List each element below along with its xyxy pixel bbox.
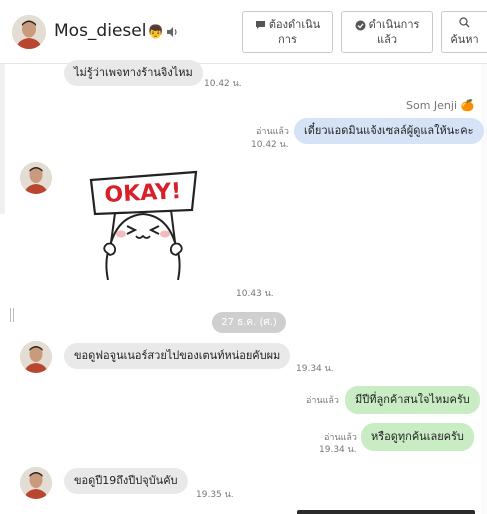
- incoming-message: ไม่รู้ว่าเพจทางร้านจิงไหม: [64, 60, 203, 86]
- message-time: 10.43 น.: [236, 289, 274, 299]
- contact-emoji: 👦: [147, 25, 164, 40]
- search-button[interactable]: ค้นหา: [441, 11, 487, 53]
- read-receipt: อ่านแล้ว: [256, 127, 289, 137]
- composer-edge: [297, 510, 475, 514]
- contact-avatar[interactable]: [20, 341, 52, 373]
- date-separator: 27 ธ.ค. (ศ.): [212, 312, 286, 333]
- read-receipt: อ่านแล้ว: [306, 396, 339, 406]
- chat-header: Mos_diesel👦 ต้องดำเนิน การ ดำเนินการ แล้…: [0, 0, 487, 64]
- done-button[interactable]: ดำเนินการ แล้ว: [341, 11, 433, 53]
- search-icon: [459, 17, 470, 28]
- left-scroll-track[interactable]: [0, 64, 5, 214]
- message-time: 19.34 น.: [296, 364, 334, 374]
- outgoing-message: หรือดูทุกค้นเลยครับ: [361, 423, 474, 451]
- sticker-sign-text: OKAY!: [104, 179, 182, 208]
- speaker-icon[interactable]: [165, 25, 179, 39]
- agent-name: Som Jenji 🍊: [406, 99, 475, 112]
- okay-sticker[interactable]: OKAY!: [88, 168, 200, 280]
- message-time: 19.34 น.: [319, 445, 357, 455]
- resize-handle[interactable]: [10, 307, 16, 322]
- check-chat-icon: [355, 20, 366, 30]
- incoming-message: ขอดูฟอจูนเนอร์สวยไปของเตนท์หน่อยคับผม: [64, 343, 291, 369]
- contact-name: Mos_diesel👦: [54, 21, 164, 41]
- chat-bubble-icon: [255, 21, 265, 29]
- contact-avatar[interactable]: [12, 15, 46, 49]
- todo-button[interactable]: ต้องดำเนิน การ: [242, 11, 333, 53]
- outgoing-message: มีปีที่ลูกค้าสนใจไหมครับ: [345, 386, 480, 414]
- agent-emoji: 🍊: [460, 99, 475, 112]
- incoming-message: ขอดูปี19ถึงปีปจุบันคับ: [64, 468, 188, 494]
- message-time: 19.35 น.: [196, 490, 234, 500]
- message-time: 10.42 น.: [204, 79, 242, 89]
- message-time: 10.42 น.: [251, 140, 289, 150]
- contact-avatar[interactable]: [20, 467, 52, 499]
- outgoing-message: เดี๋ยวแอดมินแจ้งเซลล์ผู้ดูแลให้นะคะ: [294, 118, 484, 144]
- contact-avatar[interactable]: [20, 162, 52, 194]
